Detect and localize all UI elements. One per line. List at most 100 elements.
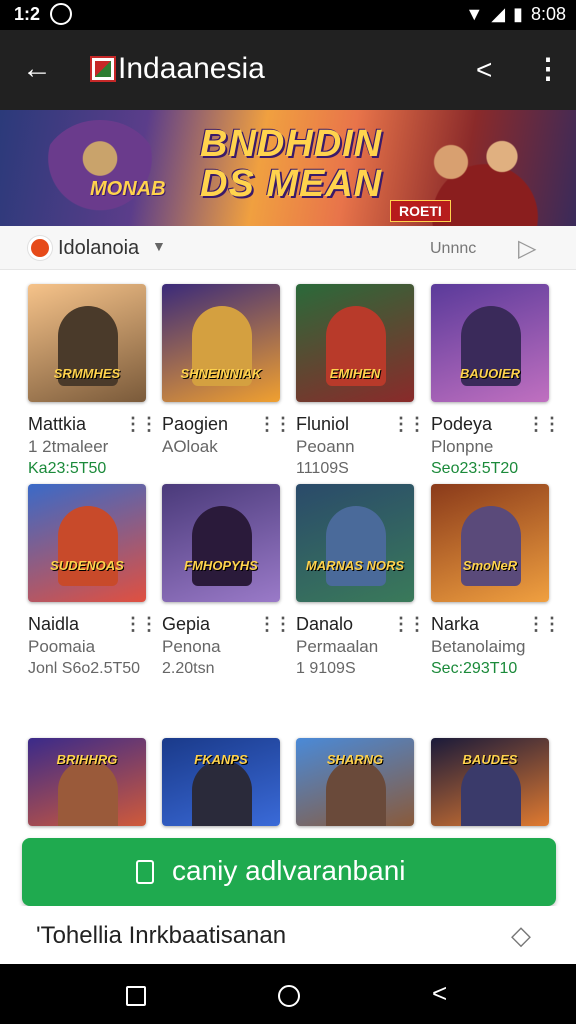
game-title: Naidla: [28, 614, 80, 634]
banner-headline-line1: BNDHDIN: [200, 123, 383, 165]
game-thumbnail[interactable]: SRMMHES: [28, 284, 146, 402]
game-character: [326, 760, 386, 826]
game-thumbnail[interactable]: SmoNeR: [431, 484, 549, 602]
game-title: Fluniol: [296, 414, 350, 434]
game-thumbnail[interactable]: BAUDES: [431, 738, 549, 826]
status-time: 1:2: [14, 4, 41, 24]
status-bar: 1:2 ▼ ◢ ▮ 8:08: [0, 0, 576, 30]
game-developer: Permaalan: [296, 637, 379, 656]
sort-label[interactable]: Unnnc: [430, 240, 476, 258]
game-thumbnail[interactable]: SUDENOAS: [28, 484, 146, 602]
game-thumbnail-title: BAUOIER: [460, 366, 520, 381]
game-developer: AOloak: [162, 437, 218, 456]
status-clock: 8:08: [530, 4, 566, 24]
game-thumbnail-title: EMIHEN: [329, 366, 381, 381]
game-title: Gepia: [162, 614, 211, 634]
game-meta: Sec:293T10: [431, 660, 518, 677]
game-thumbnail-title: SUDENOAS: [50, 558, 124, 573]
game-thumbnail-title: SHNEINNIAK: [180, 366, 262, 381]
game-thumbnail-title: FMHOPYHS: [184, 558, 258, 573]
game-title: Narka: [431, 614, 480, 634]
footer-row[interactable]: 'Tohellia Inrkbaatisanan ◇: [0, 906, 576, 964]
game-thumbnail[interactable]: BRIHHRG: [28, 738, 146, 826]
game-thumbnail-title: BRIHHRG: [56, 752, 118, 767]
game-thumbnail-title: SRMMHES: [53, 366, 121, 381]
more-options-icon[interactable]: ⋮⋮: [392, 614, 426, 635]
signal-icon: ◢: [491, 4, 506, 24]
more-options-icon[interactable]: ⋮⋮: [527, 614, 561, 635]
game-title: Paogien: [162, 414, 229, 434]
banner-subtitle: MONAB: [90, 178, 166, 200]
game-character: [461, 506, 521, 586]
game-thumbnail[interactable]: BAUOIER: [431, 284, 549, 402]
nav-back-icon[interactable]: <: [432, 978, 447, 1009]
recent-apps-icon[interactable]: [126, 986, 146, 1006]
region-flag-icon: [28, 236, 52, 260]
more-options-icon[interactable]: ⋮⋮: [124, 614, 158, 635]
status-icons: ▼ ◢ ▮ 8:08: [465, 4, 566, 25]
chevron-down-icon[interactable]: ▼: [152, 238, 166, 254]
wifi-icon: ▼: [465, 4, 484, 24]
game-character: [192, 760, 252, 826]
game-thumbnail[interactable]: MARNAS NORS: [296, 484, 414, 602]
more-options-icon[interactable]: ⋮⋮: [527, 414, 561, 435]
game-thumbnail[interactable]: FMHOPYHS: [162, 484, 280, 602]
notification-icon: [50, 3, 72, 25]
battery-icon: ▮: [513, 4, 523, 24]
game-character: [58, 506, 118, 586]
banner-headline: BNDHDIN DS MEAN: [200, 124, 382, 204]
game-character: [326, 506, 386, 586]
app-logo: [90, 56, 116, 82]
more-options-icon[interactable]: ⋮⋮: [392, 414, 426, 435]
banner-hero-left: [40, 120, 160, 226]
download-button[interactable]: caniy adlvaranbani: [22, 838, 556, 906]
banner-tag: ROETI: [390, 200, 451, 222]
game-meta: Jonl S6o2.5T50: [28, 660, 141, 677]
game-thumbnail-title: MARNAS NORS: [305, 558, 405, 573]
game-developer: Plonpne: [431, 437, 494, 456]
download-button-label: caniy adlvaranbani: [172, 855, 406, 886]
promo-banner[interactable]: BNDHDIN DS MEAN MONAB ROETI: [0, 110, 576, 226]
game-meta: Ka23:5T50: [28, 460, 107, 477]
home-icon[interactable]: [278, 985, 300, 1007]
game-character: [461, 760, 521, 826]
game-thumbnail-title: SHARNG: [326, 752, 384, 767]
game-meta: Seo23:5T20: [431, 460, 519, 477]
game-title: Podeya: [431, 414, 493, 434]
back-arrow-icon[interactable]: ←: [22, 54, 52, 84]
sort-icon[interactable]: ▷: [518, 234, 536, 263]
more-options-icon[interactable]: ⋮⋮: [258, 614, 292, 635]
system-nav-bar: <: [0, 964, 576, 1024]
more-options-icon[interactable]: ⋮: [534, 52, 562, 85]
game-developer: Betanolaimg: [431, 637, 526, 656]
game-developer: 1 2tmaleer: [28, 437, 109, 456]
game-thumbnail[interactable]: FKANPS: [162, 738, 280, 826]
game-developer: Peoann: [296, 437, 355, 456]
app-bar: ← Indaanesia < ⋮: [0, 30, 576, 110]
game-thumbnail-title: FKANPS: [194, 752, 248, 767]
game-developer: Penona: [162, 637, 221, 656]
more-options-icon[interactable]: ⋮⋮: [124, 414, 158, 435]
game-character: [192, 506, 252, 586]
filter-row: Idolanoia ▼ Unnnc ▷: [0, 226, 576, 270]
game-thumbnail[interactable]: SHNEINNIAK: [162, 284, 280, 402]
game-character: [58, 760, 118, 826]
game-thumbnail-title: BAUDES: [462, 752, 518, 767]
game-title: Danalo: [296, 614, 354, 634]
diamond-icon[interactable]: ◇: [506, 922, 536, 952]
app-title: Indaanesia: [118, 52, 265, 85]
document-icon: [136, 860, 154, 884]
game-developer: Poomaia: [28, 637, 96, 656]
game-thumbnail[interactable]: EMIHEN: [296, 284, 414, 402]
game-title: Mattkia: [28, 414, 87, 434]
game-thumbnail[interactable]: SHARNG: [296, 738, 414, 826]
game-meta: 2.20tsn: [162, 660, 215, 677]
banner-headline-line2: DS MEAN: [200, 163, 383, 205]
footer-text: 'Tohellia Inrkbaatisanan: [36, 922, 287, 949]
region-selector[interactable]: Idolanoia: [58, 237, 139, 260]
game-thumbnail-title: SmoNeR: [462, 558, 518, 573]
game-meta: 1 9109S: [296, 660, 356, 677]
more-options-icon[interactable]: ⋮⋮: [258, 414, 292, 435]
game-meta: 11109S: [296, 460, 349, 477]
share-icon[interactable]: <: [476, 54, 492, 86]
